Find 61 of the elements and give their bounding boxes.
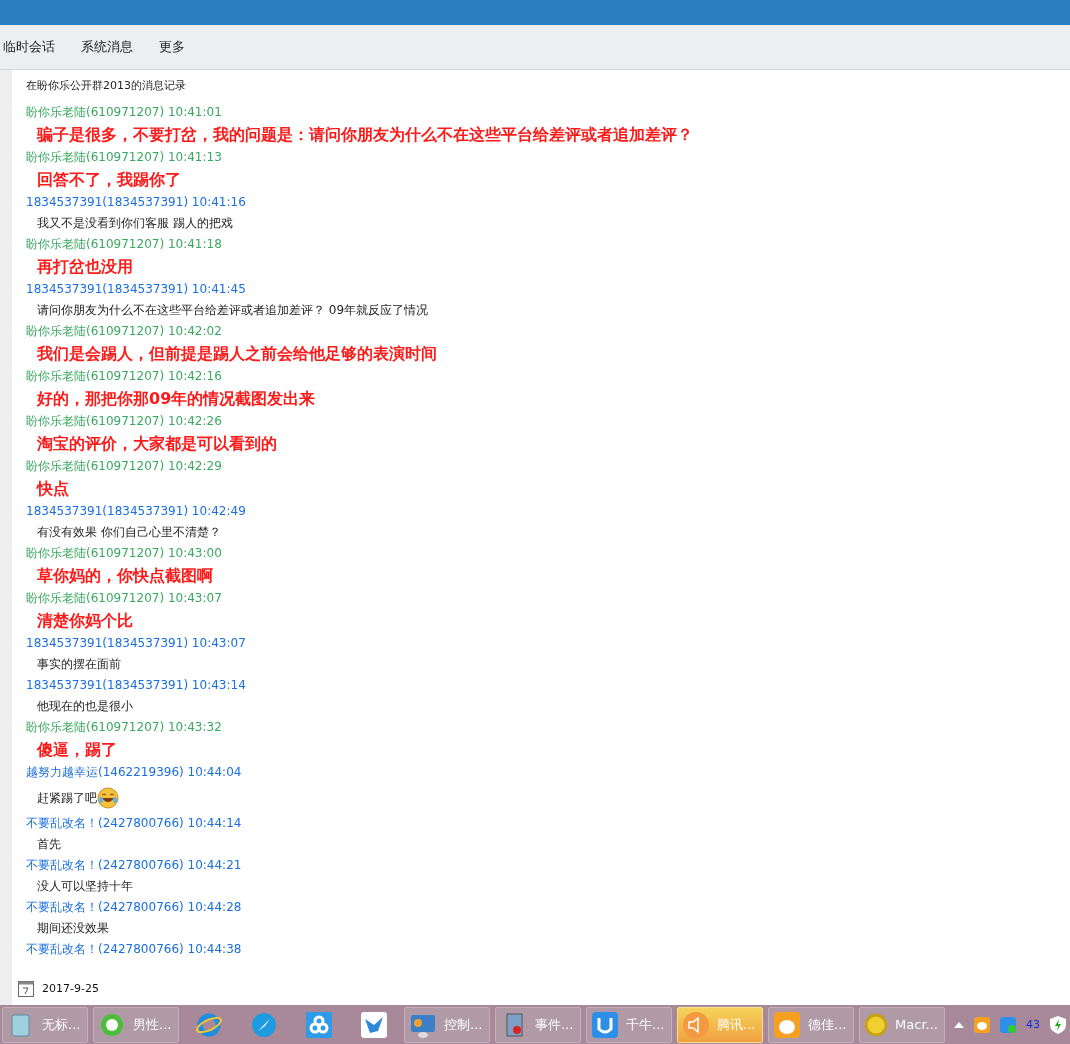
taskbar-button[interactable]: 腾讯... bbox=[677, 1006, 763, 1043]
message-text: 草你妈的，你快点截图啊 bbox=[37, 565, 213, 587]
shield-icon[interactable] bbox=[1050, 1015, 1066, 1034]
message-text: 再打岔也没用 bbox=[37, 256, 133, 278]
message-text: 我们是会踢人，但前提是踢人之前会给他足够的表演时间 bbox=[37, 343, 437, 365]
message-text: 事实的摆在面前 bbox=[37, 656, 121, 673]
message-text: 赶紧踢了吧 bbox=[37, 790, 97, 807]
message-header: 1834537391(1834537391) 10:41:45 bbox=[26, 281, 246, 298]
message-text: 期间还没效果 bbox=[37, 920, 109, 937]
message-text: 快点 bbox=[37, 478, 69, 500]
log-date: 2017-9-25 bbox=[42, 982, 99, 995]
show-hidden-icons-icon[interactable] bbox=[954, 1021, 964, 1028]
message-header: 不要乱改名！(2427800766) 10:44:14 bbox=[26, 815, 242, 832]
message-header: 1834537391(1834537391) 10:43:07 bbox=[26, 635, 246, 652]
menu-tab[interactable]: 更多 bbox=[159, 38, 198, 56]
message-text: 首先 bbox=[37, 836, 61, 853]
message-header: 盼你乐老陆(610971207) 10:41:01 bbox=[26, 104, 222, 121]
taskbar-button[interactable]: 千牛... bbox=[586, 1006, 672, 1043]
speaker-icon bbox=[682, 1010, 710, 1039]
taskbar-button[interactable]: 男性... bbox=[93, 1006, 179, 1043]
message-text: 有没有效果 你们自己心里不清楚？ bbox=[37, 524, 221, 541]
message-header: 1834537391(1834537391) 10:42:49 bbox=[26, 503, 246, 520]
taskbar-button[interactable]: 控制... bbox=[404, 1006, 490, 1043]
message-header: 盼你乐老陆(610971207) 10:43:32 bbox=[26, 719, 222, 736]
message-header: 盼你乐老陆(610971207) 10:42:02 bbox=[26, 323, 222, 340]
message-text: 请问你朋友为什么不在这些平台给差评或者追加差评？ 09年就反应了情况 bbox=[37, 302, 429, 319]
message-header: 盼你乐老陆(610971207) 10:42:26 bbox=[26, 413, 222, 430]
taskbar-button[interactable]: Macr... bbox=[859, 1006, 945, 1043]
message-text: 没人可以坚持十年 bbox=[37, 878, 133, 895]
message-header: 不要乱改名！(2427800766) 10:44:38 bbox=[26, 941, 242, 958]
message-text: 骗子是很多，不要打岔，我的问题是：请问你朋友为什么不在这些平台给差评或者追加差评？ bbox=[37, 124, 693, 146]
menu-tab[interactable]: 系统消息 bbox=[81, 38, 146, 56]
taskbar-button[interactable]: 事件... bbox=[495, 1006, 581, 1043]
message-text: 我又不是没看到你们客服 踢人的把戏 bbox=[37, 215, 233, 232]
message-header: 1834537391(1834537391) 10:41:16 bbox=[26, 194, 246, 211]
message-header: 盼你乐老陆(610971207) 10:42:16 bbox=[26, 368, 222, 385]
message-text: 淘宝的评价，大家都是可以看到的 bbox=[37, 433, 277, 455]
taskbar-button[interactable]: 无标... bbox=[2, 1006, 88, 1043]
message-header: 不要乱改名！(2427800766) 10:44:21 bbox=[26, 857, 242, 874]
message-header: 盼你乐老陆(610971207) 10:43:07 bbox=[26, 590, 222, 607]
message-header: 盼你乐老陆(610971207) 10:42:29 bbox=[26, 458, 222, 475]
message-header: 盼你乐老陆(610971207) 10:41:18 bbox=[26, 236, 222, 253]
calendar-icon bbox=[18, 980, 34, 997]
menu-tab[interactable]: 临时会话 bbox=[3, 38, 68, 56]
log-title: 在盼你乐公开群2013的消息记录 bbox=[26, 79, 186, 92]
message-text: 好的，那把你那09年的情况截图发出来 bbox=[37, 388, 316, 410]
laughing-emoji-icon bbox=[97, 787, 119, 809]
taskbar-button[interactable]: 德佳... bbox=[768, 1006, 854, 1043]
message-text: 傻逼，踢了 bbox=[37, 739, 117, 761]
tray-text: 43 bbox=[1026, 1018, 1040, 1031]
message-header: 盼你乐老陆(610971207) 10:43:00 bbox=[26, 545, 222, 562]
message-text: 清楚你妈个比 bbox=[37, 610, 133, 632]
message-text: 回答不了，我踢你了 bbox=[37, 169, 181, 191]
message-header: 不要乱改名！(2427800766) 10:44:28 bbox=[26, 899, 242, 916]
compass-icon bbox=[250, 1010, 278, 1039]
cloud-icon bbox=[305, 1010, 333, 1039]
message-header: 越努力越幸运(1462219396) 10:44:04 bbox=[26, 764, 242, 781]
message-header: 1834537391(1834537391) 10:43:14 bbox=[26, 677, 246, 694]
message-text: 他现在的也是很小 bbox=[37, 698, 133, 715]
bird-icon bbox=[360, 1010, 388, 1039]
message-header: 盼你乐老陆(610971207) 10:41:13 bbox=[26, 149, 222, 166]
